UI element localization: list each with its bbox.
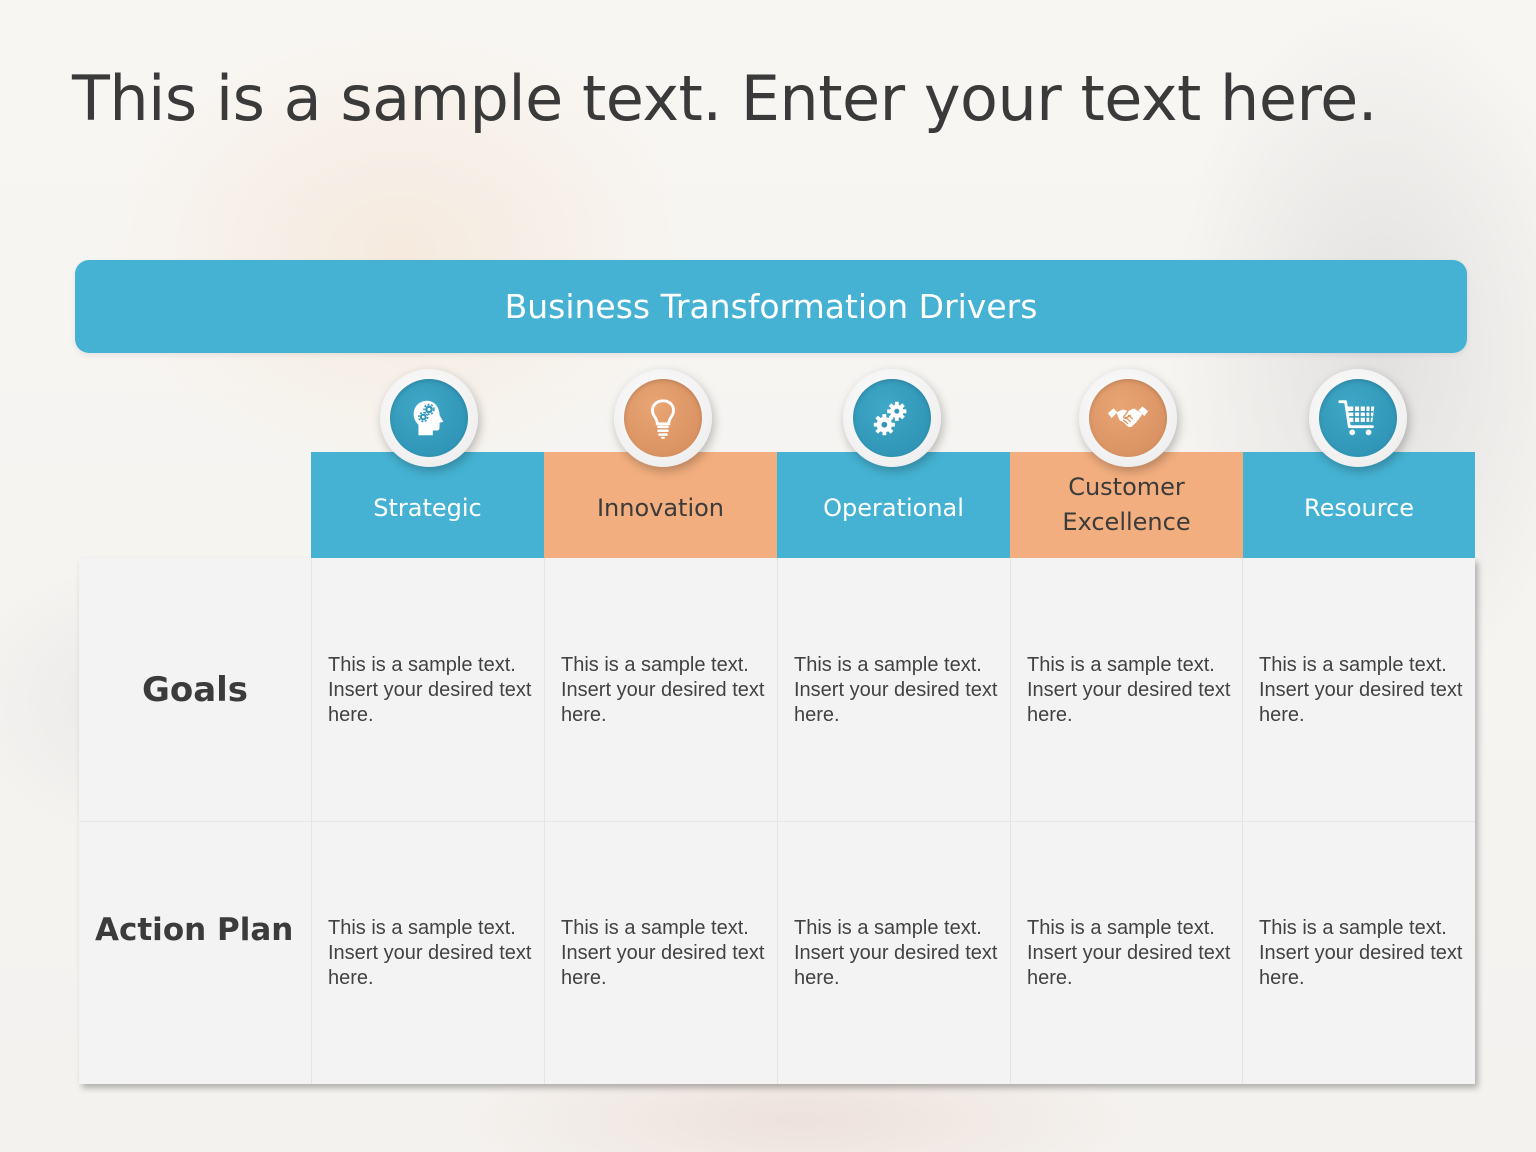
cell-goals-innovation[interactable]: This is a sample text. Insert your desir… [544,558,776,821]
column-label-line1: Customer [1068,473,1185,501]
column-label-line2: Excellence [1062,508,1191,536]
cell-text: This is a sample text. Insert your desir… [561,917,765,989]
cell-action-plan-operational[interactable]: This is a sample text. Insert your desir… [777,822,1009,1084]
cell-action-plan-customer-excellence[interactable]: This is a sample text. Insert your desir… [1010,822,1242,1084]
cell-text: This is a sample text. Insert your desir… [1259,917,1463,989]
cell-goals-strategic[interactable]: This is a sample text. Insert your desir… [311,558,543,821]
head-gears-icon [413,400,444,436]
column-header-operational[interactable]: Operational [777,452,1010,558]
cell-text: This is a sample text. Insert your desir… [328,654,532,726]
icon-badge-innovation [614,369,712,467]
cell-text: This is a sample text. Insert your desir… [328,917,532,989]
row-label-action-plan[interactable]: Action Plan [79,912,327,948]
cell-action-plan-resource[interactable]: This is a sample text. Insert your desir… [1242,822,1474,1084]
shopping-cart-icon [1338,400,1375,436]
column-header-strategic[interactable]: Strategic [311,452,544,558]
cell-action-plan-innovation[interactable]: This is a sample text. Insert your desir… [544,822,776,1084]
icon-badge-strategic [380,369,478,467]
cell-text: This is a sample text. Insert your desir… [1027,654,1231,726]
cell-goals-operational[interactable]: This is a sample text. Insert your desir… [777,558,1009,821]
column-header-customer-excellence[interactable]: Customer Excellence [1010,452,1243,558]
icon-badge-resource [1309,369,1407,467]
column-label: Customer Excellence [1062,470,1190,540]
row-label-goals[interactable]: Goals [79,670,311,710]
cell-text: This is a sample text. Insert your desir… [794,917,998,989]
gears-icon [873,401,907,436]
column-label: Innovation [596,493,725,522]
handshake-icon [1107,406,1149,428]
cell-text: This is a sample text. Insert your desir… [1027,917,1231,989]
column-header-resource[interactable]: Resource [1243,452,1475,558]
cell-text: This is a sample text. Insert your desir… [561,654,765,726]
cell-goals-resource[interactable]: This is a sample text. Insert your desir… [1242,558,1474,821]
column-label: Strategic [373,493,482,522]
cell-text: This is a sample text. Insert your desir… [1259,654,1463,726]
icon-badge-operational [843,369,941,467]
slide-title[interactable]: This is a sample text. Enter your text h… [72,62,1377,135]
column-label: Operational [823,493,964,522]
icon-badge-customer-excellence [1079,369,1177,467]
cell-action-plan-strategic[interactable]: This is a sample text. Insert your desir… [311,822,543,1084]
lightbulb-icon [651,399,675,439]
cell-goals-customer-excellence[interactable]: This is a sample text. Insert your desir… [1010,558,1242,821]
column-header-innovation[interactable]: Innovation [544,452,777,558]
drivers-banner[interactable]: Business Transformation Drivers [75,260,1467,353]
cell-text: This is a sample text. Insert your desir… [794,654,998,726]
banner-label: Business Transformation Drivers [504,287,1038,326]
column-label: Resource [1303,493,1415,522]
